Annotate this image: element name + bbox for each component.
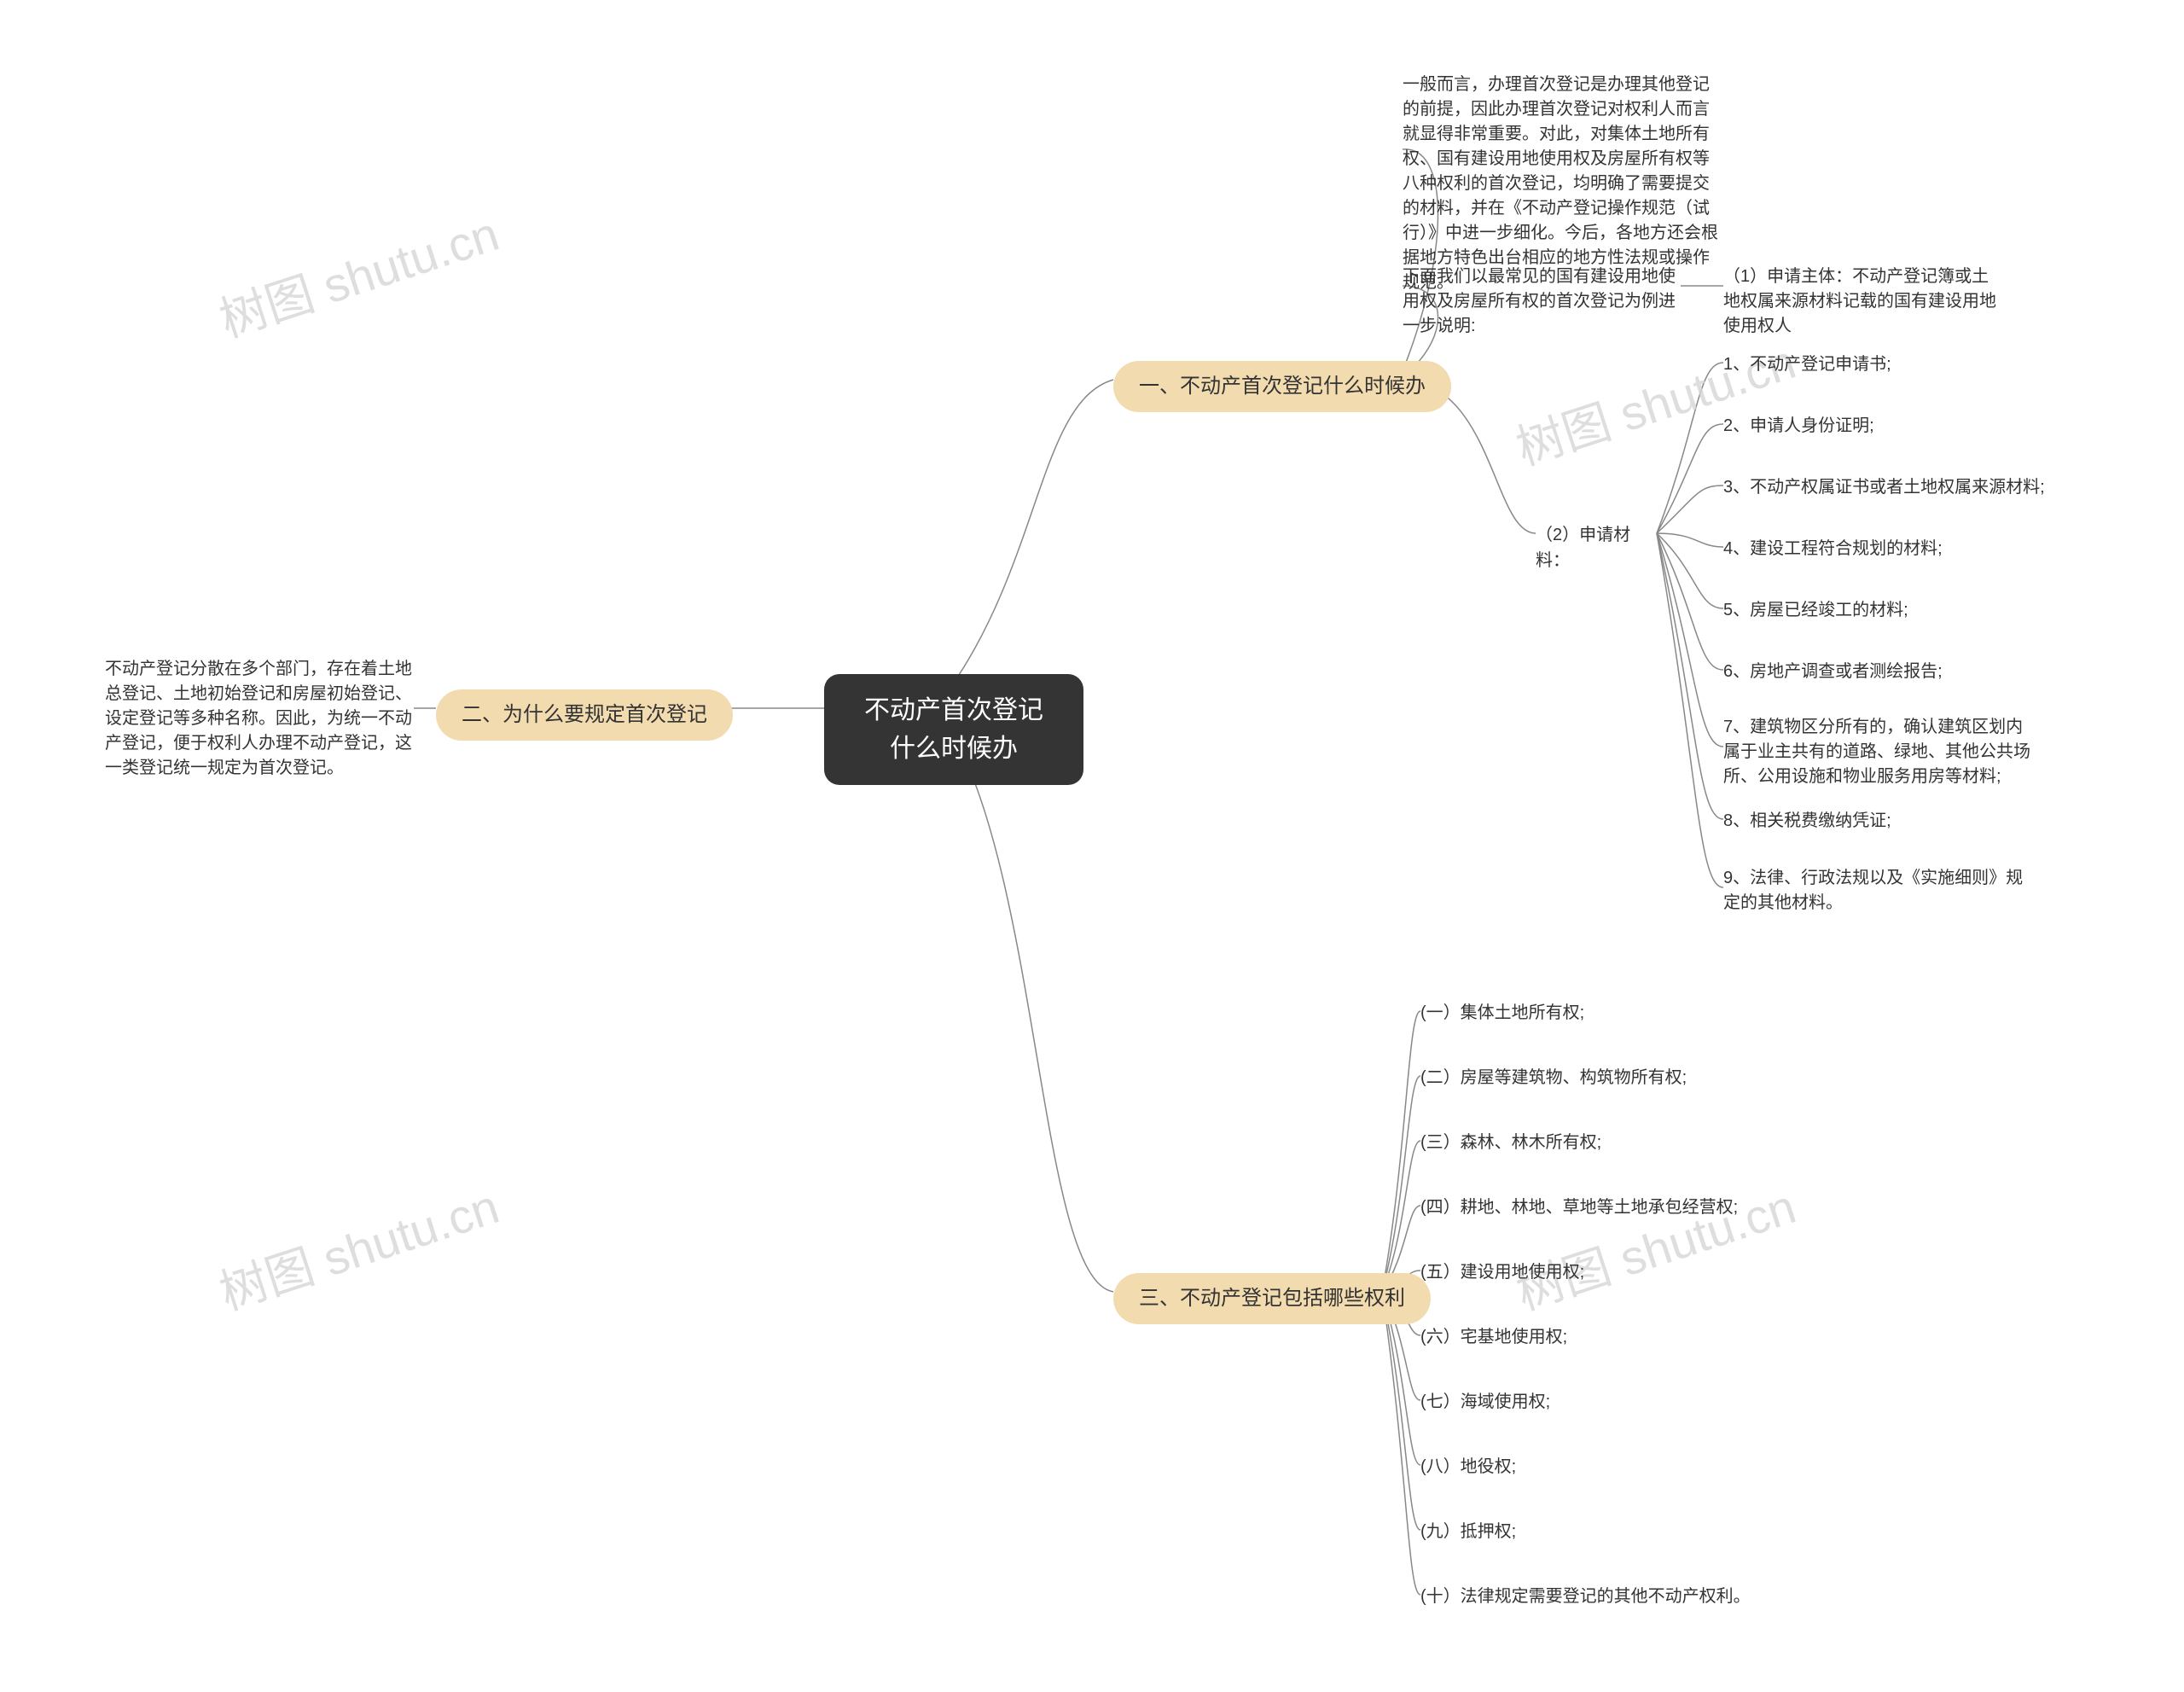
b2-note: 不动产登记分散在多个部门，存在着土地总登记、土地初始登记和房屋初始登记、设定登记…	[105, 657, 416, 781]
b3-item-3: (三）森林、林木所有权;	[1420, 1130, 1601, 1155]
b1-note-example: 下面我们以最常见的国有建设用地使用权及房屋所有权的首次登记为例进一步说明:	[1403, 265, 1684, 339]
b1-note-general: 一般而言，办理首次登记是办理其他登记的前提，因此办理首次登记对权利人而言就显得非…	[1403, 73, 1718, 295]
b1-applicant: （1）申请主体：不动产登记簿或土地权属来源材料记载的国有建设用地使用权人	[1723, 265, 2005, 339]
b3-item-8: (八）地役权;	[1420, 1454, 1516, 1480]
b1-material-4: 4、建设工程符合规划的材料;	[1723, 536, 1943, 561]
branch-1[interactable]: 一、不动产首次登记什么时候办	[1113, 361, 1451, 412]
b1-material-8: 8、相关税费缴纳凭证;	[1723, 808, 1891, 834]
b3-item-1: (一）集体土地所有权;	[1420, 1000, 1584, 1026]
b3-item-2: (二）房屋等建筑物、构筑物所有权;	[1420, 1065, 1687, 1090]
b1-material-7: 7、建筑物区分所有的，确认建筑区划内属于业主共有的道路、绿地、其他公共场所、公用…	[1723, 715, 2030, 789]
mindmap-canvas: 树图 shutu.cn 树图 shutu.cn 树图 shutu.cn 树图 s…	[0, 0, 2184, 1692]
branch-2[interactable]: 二、为什么要规定首次登记	[436, 689, 733, 741]
b1-material-1: 1、不动产登记申请书;	[1723, 352, 1891, 377]
branch-3[interactable]: 三、不动产登记包括哪些权利	[1113, 1273, 1431, 1324]
b3-item-5: (五）建设用地使用权;	[1420, 1259, 1584, 1285]
b3-item-4: (四）耕地、林地、草地等土地承包经营权;	[1420, 1195, 1738, 1220]
b1-material-6: 6、房地产调查或者测绘报告;	[1723, 659, 1943, 684]
b1-materials-label: （2）申请材料：	[1536, 522, 1664, 573]
b3-item-10: (十）法律规定需要登记的其他不动产权利。	[1420, 1584, 1751, 1609]
b1-material-2: 2、申请人身份证明;	[1723, 413, 1874, 439]
b3-item-7: (七）海域使用权;	[1420, 1389, 1550, 1415]
b3-item-9: (九）抵押权;	[1420, 1519, 1516, 1544]
b3-item-6: (六）宅基地使用权;	[1420, 1324, 1567, 1350]
b1-material-9: 9、法律、行政法规以及《实施细则》规定的其他材料。	[1723, 866, 2030, 916]
b1-material-3: 3、不动产权属证书或者土地权属来源材料;	[1723, 474, 2045, 500]
b1-material-5: 5、房屋已经竣工的材料;	[1723, 597, 1908, 623]
root-node[interactable]: 不动产首次登记什么时候办	[824, 674, 1083, 785]
edge-layer	[0, 0, 2184, 1692]
